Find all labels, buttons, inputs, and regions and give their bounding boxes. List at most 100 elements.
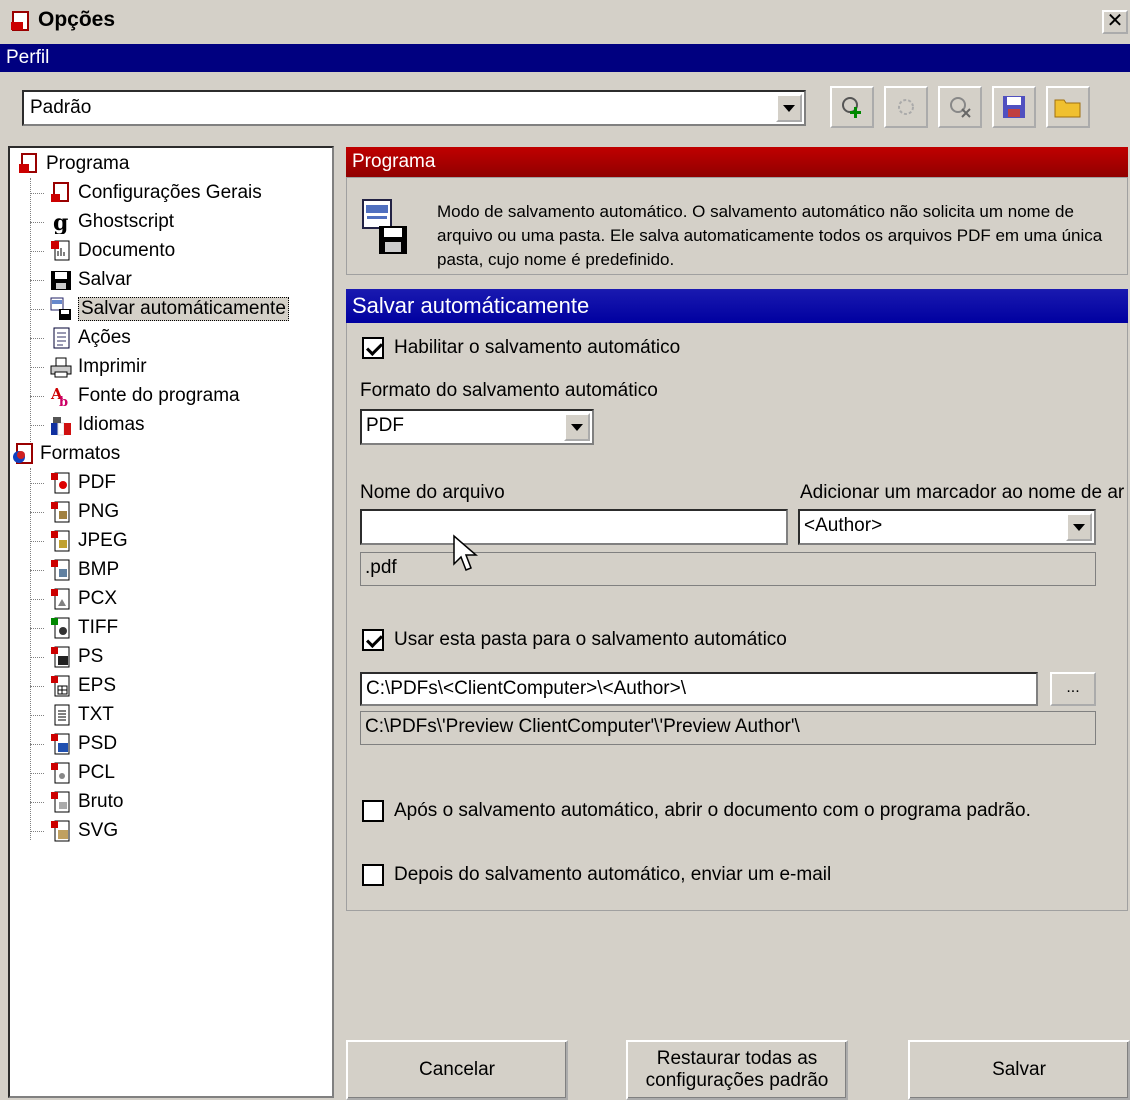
tree-item-svg[interactable]: SVG — [50, 817, 118, 845]
tree-item-documento[interactable]: Documento — [50, 237, 175, 265]
ghostscript-icon: g — [53, 210, 68, 234]
use-folder-checkbox[interactable] — [362, 629, 384, 651]
mouse-cursor-icon — [453, 534, 478, 571]
rename-profile-button[interactable] — [884, 86, 928, 128]
format-select[interactable]: PDF — [360, 409, 594, 445]
browse-folder-button[interactable]: ... — [1050, 672, 1096, 706]
tree-item-salvar[interactable]: Salvar — [50, 266, 132, 294]
enable-autosave-row[interactable]: Habilitar o salvamento automático — [362, 337, 680, 359]
section-info: Modo de salvamento automático. O salvame… — [346, 177, 1128, 275]
tree-item-label: Bruto — [78, 791, 124, 812]
tree-item-psd[interactable]: PSD — [50, 730, 117, 758]
delete-profile-icon — [950, 97, 971, 118]
use-folder-row[interactable]: Usar esta pasta para o salvamento automá… — [362, 629, 787, 651]
printer-icon — [50, 357, 72, 378]
delete-profile-button[interactable] — [938, 86, 982, 128]
enable-autosave-label: Habilitar o salvamento automático — [394, 337, 681, 358]
use-folder-label: Usar esta pasta para o salvamento automá… — [394, 629, 787, 650]
restore-defaults-label-1: Restaurar todas as — [656, 1048, 818, 1069]
config-icon — [51, 182, 69, 202]
section-title: Programa — [346, 147, 1128, 177]
restore-defaults-label-2: configurações padrão — [645, 1070, 829, 1091]
pcx-file-icon — [51, 588, 70, 610]
tree-item-acoes[interactable]: Ações — [50, 324, 131, 352]
tree-item-label: PCX — [78, 588, 118, 609]
save-button-label: Salvar — [992, 1059, 1046, 1080]
tree-item-bmp[interactable]: BMP — [50, 556, 119, 584]
tree-item-bruto[interactable]: Bruto — [50, 788, 123, 816]
tree-item-label: SVG — [78, 820, 119, 841]
tree-item-idiomas[interactable]: Idiomas — [50, 411, 145, 439]
tree-item-label: BMP — [78, 559, 120, 580]
tree-item-label: JPEG — [78, 530, 128, 551]
save-profile-button[interactable] — [992, 86, 1036, 128]
save-button[interactable]: Salvar — [908, 1040, 1130, 1100]
profile-header: Perfil — [0, 44, 1130, 72]
tree-item-salvar-automaticamente[interactable]: Salvar automáticamente — [50, 295, 289, 323]
window-title: Opções — [38, 8, 116, 31]
tree-item-label: Salvar automáticamente — [78, 297, 289, 321]
tree-item-formatos[interactable]: Formatos — [12, 440, 120, 468]
marker-select[interactable]: <Author> — [798, 509, 1096, 545]
chevron-down-icon[interactable] — [564, 413, 590, 441]
txt-file-icon — [54, 704, 70, 726]
pdf-file-icon — [51, 472, 70, 494]
tree-item-fonte-do-programa[interactable]: Ab Fonte do programa — [50, 382, 240, 410]
ps-file-icon — [51, 646, 70, 668]
title-bar[interactable]: Opções ✕ — [0, 0, 1130, 42]
open-after-label: Após o salvamento automático, abrir o do… — [394, 800, 1031, 821]
tree-item-txt[interactable]: TXT — [50, 701, 114, 729]
open-after-checkbox[interactable] — [362, 800, 384, 822]
svg-text:b: b — [59, 395, 68, 408]
chevron-down-icon[interactable] — [776, 94, 802, 122]
enable-autosave-checkbox[interactable] — [362, 337, 384, 359]
tree-item-label: Fonte do programa — [78, 385, 240, 406]
tree-item-ps[interactable]: PS — [50, 643, 103, 671]
tree-item-jpeg[interactable]: JPEG — [50, 527, 128, 555]
folder-input[interactable]: C:\PDFs\<ClientComputer>\<Author>\ — [360, 672, 1038, 706]
autosave-title: Salvar automáticamente — [346, 289, 1128, 323]
section-description: Modo de salvamento automático. O salvame… — [437, 202, 1103, 269]
programa-icon — [19, 153, 37, 173]
send-email-row[interactable]: Depois do salvamento automático, enviar … — [362, 864, 831, 886]
bmp-file-icon — [51, 559, 70, 581]
profile-select[interactable]: Padrão — [22, 90, 806, 126]
salvar-icon — [51, 271, 71, 290]
tree-item-ghostscript[interactable]: g Ghostscript — [50, 208, 174, 236]
cancel-button-label: Cancelar — [418, 1059, 496, 1080]
auto-save-icon — [362, 199, 407, 254]
tree-item-label: Configurações Gerais — [78, 182, 262, 203]
tree-item-pdf[interactable]: PDF — [50, 469, 116, 497]
open-after-row[interactable]: Após o salvamento automático, abrir o do… — [362, 800, 1031, 822]
flag-icon — [51, 417, 71, 436]
tree-item-label: Ghostscript — [78, 211, 175, 232]
tree-item-label: PDF — [78, 472, 116, 493]
psd-file-icon — [51, 733, 70, 755]
restore-defaults-button[interactable]: Restaurar todas as configurações padrão — [626, 1040, 848, 1100]
load-profile-button[interactable] — [1046, 86, 1090, 128]
close-button[interactable]: ✕ — [1102, 10, 1128, 34]
raw-file-icon — [51, 791, 70, 813]
tree-item-tiff[interactable]: TIFF — [50, 614, 118, 642]
tree-item-label: Salvar — [78, 269, 132, 290]
cancel-button[interactable]: Cancelar — [346, 1040, 568, 1100]
add-profile-button[interactable] — [830, 86, 874, 128]
format-label: Formato do salvamento automático — [360, 380, 658, 401]
tree-item-eps[interactable]: EPS — [50, 672, 116, 700]
format-select-value: PDF — [366, 415, 404, 436]
send-email-checkbox[interactable] — [362, 864, 384, 886]
options-tree[interactable]: Programa Configurações Gerais g Ghostscr… — [8, 146, 334, 1098]
folder-input-value: C:\PDFs\<ClientComputer>\<Author>\ — [366, 678, 686, 699]
tree-item-configuracoes-gerais[interactable]: Configurações Gerais — [50, 179, 262, 207]
tree-item-pcx[interactable]: PCX — [50, 585, 117, 613]
add-profile-icon — [842, 97, 861, 118]
filename-input[interactable] — [360, 509, 788, 545]
tree-item-imprimir[interactable]: Imprimir — [50, 353, 147, 381]
chevron-down-icon[interactable] — [1066, 513, 1092, 541]
tree-item-label: Imprimir — [78, 356, 147, 377]
tree-item-pcl[interactable]: PCL — [50, 759, 115, 787]
filename-label: Nome do arquivo — [360, 482, 505, 503]
tree-item-png[interactable]: PNG — [50, 498, 119, 526]
documento-icon — [51, 240, 70, 261]
tree-item-programa[interactable]: Programa — [18, 150, 129, 178]
